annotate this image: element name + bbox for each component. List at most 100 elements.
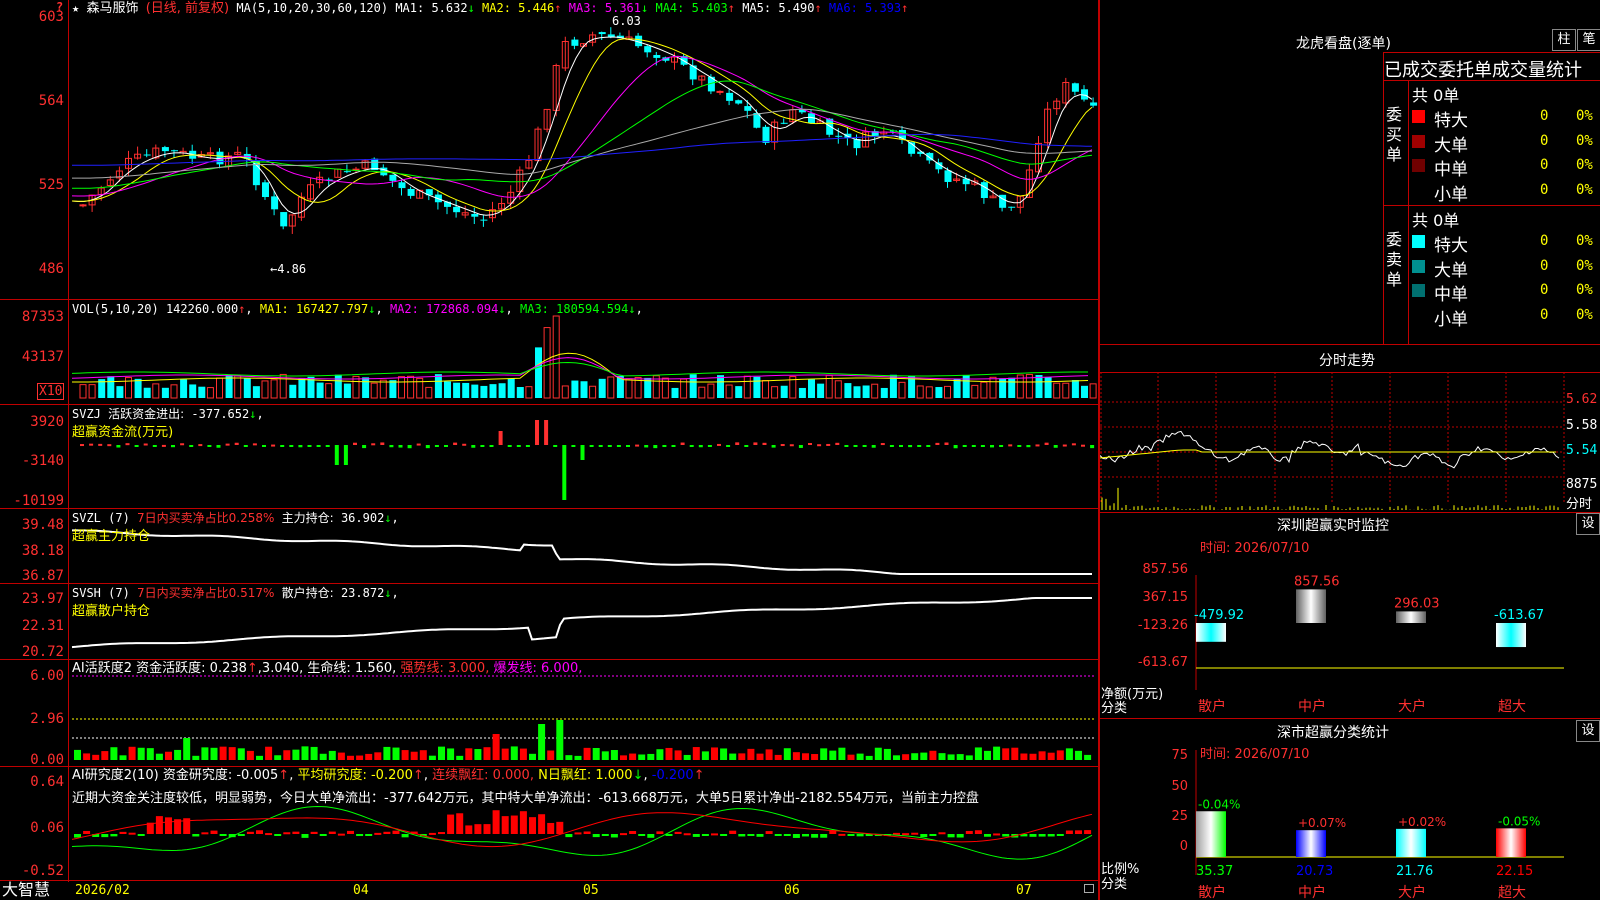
svzj-bar [662,445,667,448]
ai1-bar [456,755,464,760]
ai1-label: AI活跃度2 [72,661,132,676]
svzj-bar [808,442,812,445]
svzj-bar [626,445,630,447]
tick-mode-button[interactable]: 笔 [1577,29,1600,51]
sell-row-percent: 0% [1576,233,1593,249]
ai1-bar [465,748,473,760]
ai2-bar [1047,834,1055,837]
svzj-bar [507,445,512,447]
ai2-bar [984,834,991,837]
svzj-bar [407,445,412,449]
bar-mode-button[interactable]: 柱 [1552,29,1576,51]
svzj-bar [762,442,767,445]
ai1-bar [447,748,455,760]
ai2-bar [629,831,637,834]
ai2-bar [774,834,782,836]
ai1-v1: 0.238 [209,661,247,676]
ai1-bar [438,746,445,760]
ai2-bar [119,831,127,834]
ai1-bar [519,748,527,760]
sell-row-percent: 0% [1576,257,1593,274]
ai1-bar [137,747,145,760]
svzj-legend: SVZJ 活跃资金进出: -377.652↓, [72,407,264,421]
vol-bar [862,385,870,398]
svsh-arrow: ↓ [384,586,392,600]
sell-row-value: 0 [1540,306,1549,323]
svzj-bar [1017,445,1022,447]
stock-name[interactable]: 森马服饰 [86,1,138,16]
ai2-bar [510,815,518,834]
ai2-bar [547,822,555,834]
vol-bar [434,374,442,398]
longhu-left-border [1383,52,1384,344]
menu-marker-icon[interactable]: ? [56,0,63,14]
brand-logo[interactable]: 大智慧 [2,881,50,899]
vol-ma-values: MA1: 167427.797↓, MA2: 172868.094↓, MA3:… [260,302,643,316]
ai2-bar [465,825,473,834]
buy-row-name: 大单 [1434,135,1468,156]
sell-row-percent: 0% [1576,306,1593,323]
svzj-bar [252,443,257,446]
sell-row-value: 0 [1540,233,1549,249]
ai2-label: AI研究度2(10) [72,768,159,783]
vol-bar [407,375,415,399]
vol-bar [352,375,360,399]
svzl-arrow: ↓ [384,511,392,525]
stats-chart[interactable]: 75 50 25 0 -0.04% 35.37 散户 +0.07% 20.73 中户 +0.02% 2… [1100,735,1600,900]
stats-tick: 75 [1171,748,1188,763]
sell-row-name: 大单 [1434,260,1468,281]
ai1-bar [711,747,718,760]
ai2-bar [283,832,291,835]
ai2-bar [965,830,973,834]
ma-arrow: ↑ [814,1,822,15]
candle-body [780,122,788,124]
svzj-bar [789,444,794,447]
ai1-bar [538,724,546,760]
ai1-bar [228,747,236,760]
ai1-bar [792,752,800,760]
vol-bar [844,383,852,398]
vol-bar [999,378,1007,398]
candle-body [571,39,579,46]
vol-bar [425,386,433,399]
ai2-bar [811,834,819,838]
ai2-v1: -0.005 [236,768,279,783]
ai2-bar [128,832,136,835]
ai2-bar [210,830,218,834]
ai1-bar [365,753,373,760]
monitor-chart[interactable]: 857.56 367.15 -123.26 -613.67 -479.92 散户 857.5… [1100,535,1600,715]
ai2-bar [756,834,764,837]
ai1-tick: 6.00 [30,668,64,684]
vol-bar [671,387,679,398]
ai1-bar [410,751,418,760]
ai1-bar [720,748,728,760]
ai1-bar [428,755,436,760]
svzj-bar [1026,445,1031,448]
svzl-hold: 主力持仓: [281,511,334,525]
vol-bar [980,381,988,399]
monitor-bar-label: -613.67 [1494,608,1544,623]
svzj-bar [116,445,121,448]
svzj-bar [553,445,558,447]
svzj-bar [607,445,612,447]
sell-total: 共 0单 [1412,211,1460,230]
intraday-chart[interactable] [1100,372,1600,512]
vol-bar [389,380,397,398]
vol-bar [971,384,979,399]
monitor-settings-button[interactable]: 设 [1576,513,1600,535]
vol-bar [898,381,906,399]
period-label[interactable]: (日线, 前复权) [146,1,229,16]
vol-bar [471,384,479,398]
svzj-bar [562,445,567,500]
kline-chart[interactable] [0,0,1098,900]
ai1-bar [1075,750,1082,760]
vol-ma-arrow: ↓ [628,302,636,316]
candle-body [598,32,606,35]
vol-legend: VOL(5,10,20) 142260.000↑, MA1: 167427.79… [72,302,643,316]
vol-ma-sep: , [505,302,513,316]
lock-icon[interactable] [1084,884,1094,893]
ai2-bar [538,814,546,834]
svzj-value: -377.652 [191,407,250,421]
ai1-bar [356,755,364,760]
star-icon[interactable]: ★ [72,1,79,15]
